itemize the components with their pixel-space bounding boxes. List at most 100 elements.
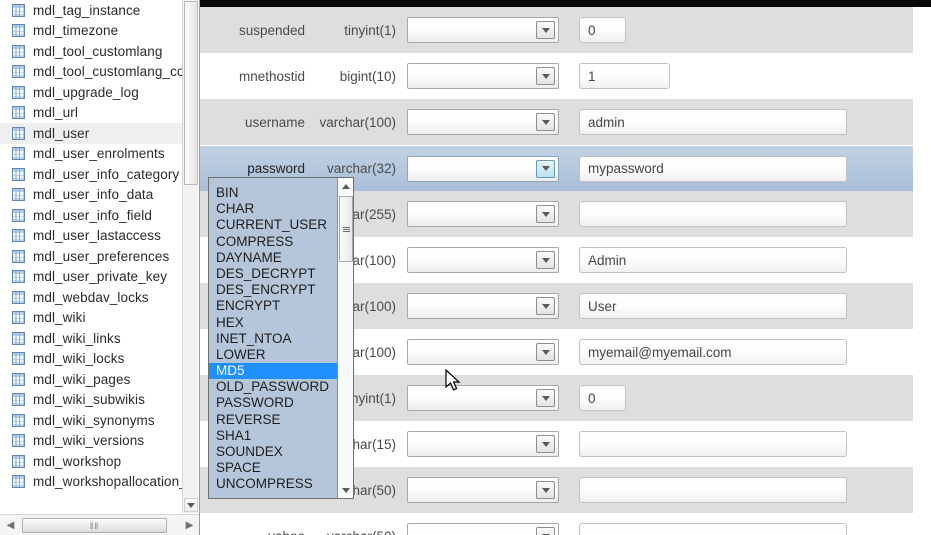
sidebar-item-mdl_wiki_subwikis[interactable]: mdl_wiki_subwikis	[0, 390, 183, 411]
scroll-right-icon[interactable]: ▶	[182, 518, 197, 533]
function-select-dropdown-button[interactable]	[536, 21, 555, 39]
sidebar-hscroll-thumb[interactable]: ‖‖	[22, 518, 167, 533]
function-select-dropdown-button[interactable]	[536, 389, 555, 407]
dropdown-option[interactable]: MD5	[209, 363, 338, 379]
function-select-cell	[399, 523, 567, 535]
function-select[interactable]	[407, 385, 559, 411]
dropdown-option[interactable]: INET_NTOA	[209, 331, 338, 347]
sidebar-vertical-scrollbar[interactable]	[182, 0, 198, 513]
sidebar-item-mdl_tag_instance[interactable]: mdl_tag_instance	[0, 0, 183, 21]
field-value-input[interactable]	[579, 201, 847, 227]
sidebar-item-mdl_upgrade_log[interactable]: mdl_upgrade_log	[0, 82, 183, 103]
sidebar-vscroll-thumb[interactable]	[184, 1, 198, 185]
field-value-input[interactable]: Admin	[579, 247, 847, 273]
dropdown-option[interactable]: PASSWORD	[209, 395, 338, 411]
dropdown-option[interactable]: OLD_PASSWORD	[209, 379, 338, 395]
dropdown-option[interactable]: CURRENT_USER	[209, 217, 338, 233]
sidebar-item-mdl_user_private_key[interactable]: mdl_user_private_key	[0, 267, 183, 288]
dropdown-option[interactable]: DAYNAME	[209, 250, 338, 266]
function-dropdown-popup[interactable]: BINCHARCURRENT_USERCOMPRESSDAYNAMEDES_DE…	[208, 177, 354, 499]
dropdown-scroll-thumb[interactable]	[339, 196, 353, 262]
function-select-dropdown-button[interactable]	[536, 251, 555, 269]
function-select[interactable]	[407, 523, 559, 535]
function-select[interactable]	[407, 201, 559, 227]
field-value-input[interactable]: 0	[579, 17, 626, 43]
field-value-input[interactable]	[579, 523, 847, 535]
sidebar-item-mdl_tool_customlang[interactable]: mdl_tool_customlang	[0, 41, 183, 62]
function-select-dropdown-button[interactable]	[536, 343, 555, 361]
chevron-down-icon	[187, 503, 195, 508]
sidebar-item-mdl_wiki_locks[interactable]: mdl_wiki_locks	[0, 349, 183, 370]
function-select-dropdown-button[interactable]	[536, 527, 555, 535]
sidebar-item-mdl_wiki_links[interactable]: mdl_wiki_links	[0, 328, 183, 349]
sidebar-item-mdl_timezone[interactable]: mdl_timezone	[0, 21, 183, 42]
dropdown-option[interactable]: HEX	[209, 315, 338, 331]
table-icon	[12, 209, 25, 222]
sidebar-item-mdl_user_info_category[interactable]: mdl_user_info_category	[0, 164, 183, 185]
dropdown-option[interactable]: ENCRYPT	[209, 298, 338, 314]
sidebar-horizontal-scrollbar[interactable]: ◀ ‖‖ ▶	[0, 514, 200, 535]
field-value-input[interactable]	[579, 477, 847, 503]
function-select[interactable]	[407, 63, 559, 89]
function-select[interactable]	[407, 247, 559, 273]
field-value-input[interactable]: admin	[579, 109, 847, 135]
field-value-input[interactable]: myemail@myemail.com	[579, 339, 847, 365]
dropdown-option[interactable]: LOWER	[209, 347, 338, 363]
dropdown-option[interactable]: CHAR	[209, 201, 338, 217]
sidebar-item-mdl_wiki_pages[interactable]: mdl_wiki_pages	[0, 369, 183, 390]
sidebar-item-mdl_webdav_locks[interactable]: mdl_webdav_locks	[0, 287, 183, 308]
dropdown-option[interactable]: SPACE	[209, 460, 338, 476]
sidebar-item-mdl_wiki_versions[interactable]: mdl_wiki_versions	[0, 431, 183, 452]
sidebar-item-mdl_wiki_synonyms[interactable]: mdl_wiki_synonyms	[0, 410, 183, 431]
sidebar-item-mdl_wiki[interactable]: mdl_wiki	[0, 308, 183, 329]
dropdown-option[interactable]: BIN	[209, 185, 338, 201]
dropdown-scrollbar[interactable]	[337, 178, 353, 498]
sidebar-item-mdl_user_lastaccess[interactable]: mdl_user_lastaccess	[0, 226, 183, 247]
function-select-dropdown-button[interactable]	[536, 113, 555, 131]
scroll-left-icon[interactable]: ◀	[3, 518, 18, 533]
dropdown-option[interactable]: UNCOMPRESS	[209, 476, 338, 492]
field-value-input[interactable]: User	[579, 293, 847, 319]
sidebar-item-mdl_user[interactable]: mdl_user	[0, 123, 183, 144]
sidebar-item-mdl_user_info_field[interactable]: mdl_user_info_field	[0, 205, 183, 226]
sidebar-item-mdl_url[interactable]: mdl_url	[0, 103, 183, 124]
dropdown-option[interactable]: REVERSE	[209, 412, 338, 428]
field-value-cell: 1	[567, 63, 913, 89]
field-value-input[interactable]: 0	[579, 385, 626, 411]
sidebar-item-mdl_user_info_data[interactable]: mdl_user_info_data	[0, 185, 183, 206]
function-select[interactable]	[407, 339, 559, 365]
field-value-input[interactable]: mypassword	[579, 156, 847, 182]
function-select-dropdown-button[interactable]	[536, 481, 555, 499]
sidebar-item-label: mdl_webdav_locks	[33, 290, 149, 305]
function-select[interactable]	[407, 17, 559, 43]
sidebar-item-mdl_tool_customlang_co[interactable]: mdl_tool_customlang_co	[0, 62, 183, 83]
field-row[interactable]: suspendedtinyint(1)0	[200, 7, 913, 53]
function-select-dropdown-button[interactable]	[536, 297, 555, 315]
field-value-input[interactable]	[579, 431, 847, 457]
function-select-dropdown-button[interactable]	[536, 435, 555, 453]
dropdown-option[interactable]: SHA1	[209, 428, 338, 444]
function-select-dropdown-button[interactable]	[536, 160, 555, 178]
sidebar-item-mdl_workshopallocation_[interactable]: mdl_workshopallocation_	[0, 472, 183, 493]
function-select[interactable]	[407, 431, 559, 457]
field-value-input[interactable]: 1	[579, 63, 670, 89]
field-row[interactable]: mnethostidbigint(10)1	[200, 53, 913, 99]
field-row[interactable]: usernamevarchar(100)admin	[200, 99, 913, 145]
sidebar-item-mdl_workshop[interactable]: mdl_workshop	[0, 451, 183, 472]
sidebar-item-mdl_user_enrolments[interactable]: mdl_user_enrolments	[0, 144, 183, 165]
field-row[interactable]: yahoovarchar(50)	[200, 513, 913, 535]
sidebar-item-mdl_user_preferences[interactable]: mdl_user_preferences	[0, 246, 183, 267]
sidebar-scroll-down-button[interactable]	[184, 498, 198, 512]
function-select[interactable]	[407, 477, 559, 503]
dropdown-option[interactable]: DES_DECRYPT	[209, 266, 338, 282]
dropdown-option[interactable]: COMPRESS	[209, 234, 338, 250]
function-select-dropdown-button[interactable]	[536, 205, 555, 223]
function-select[interactable]	[407, 293, 559, 319]
function-select-dropdown-button[interactable]	[536, 67, 555, 85]
function-select[interactable]	[407, 109, 559, 135]
dropdown-option[interactable]: DES_ENCRYPT	[209, 282, 338, 298]
function-select[interactable]	[407, 156, 559, 182]
dropdown-scroll-up-button[interactable]	[338, 178, 354, 194]
dropdown-scroll-down-button[interactable]	[338, 482, 354, 498]
dropdown-option[interactable]: SOUNDEX	[209, 444, 338, 460]
